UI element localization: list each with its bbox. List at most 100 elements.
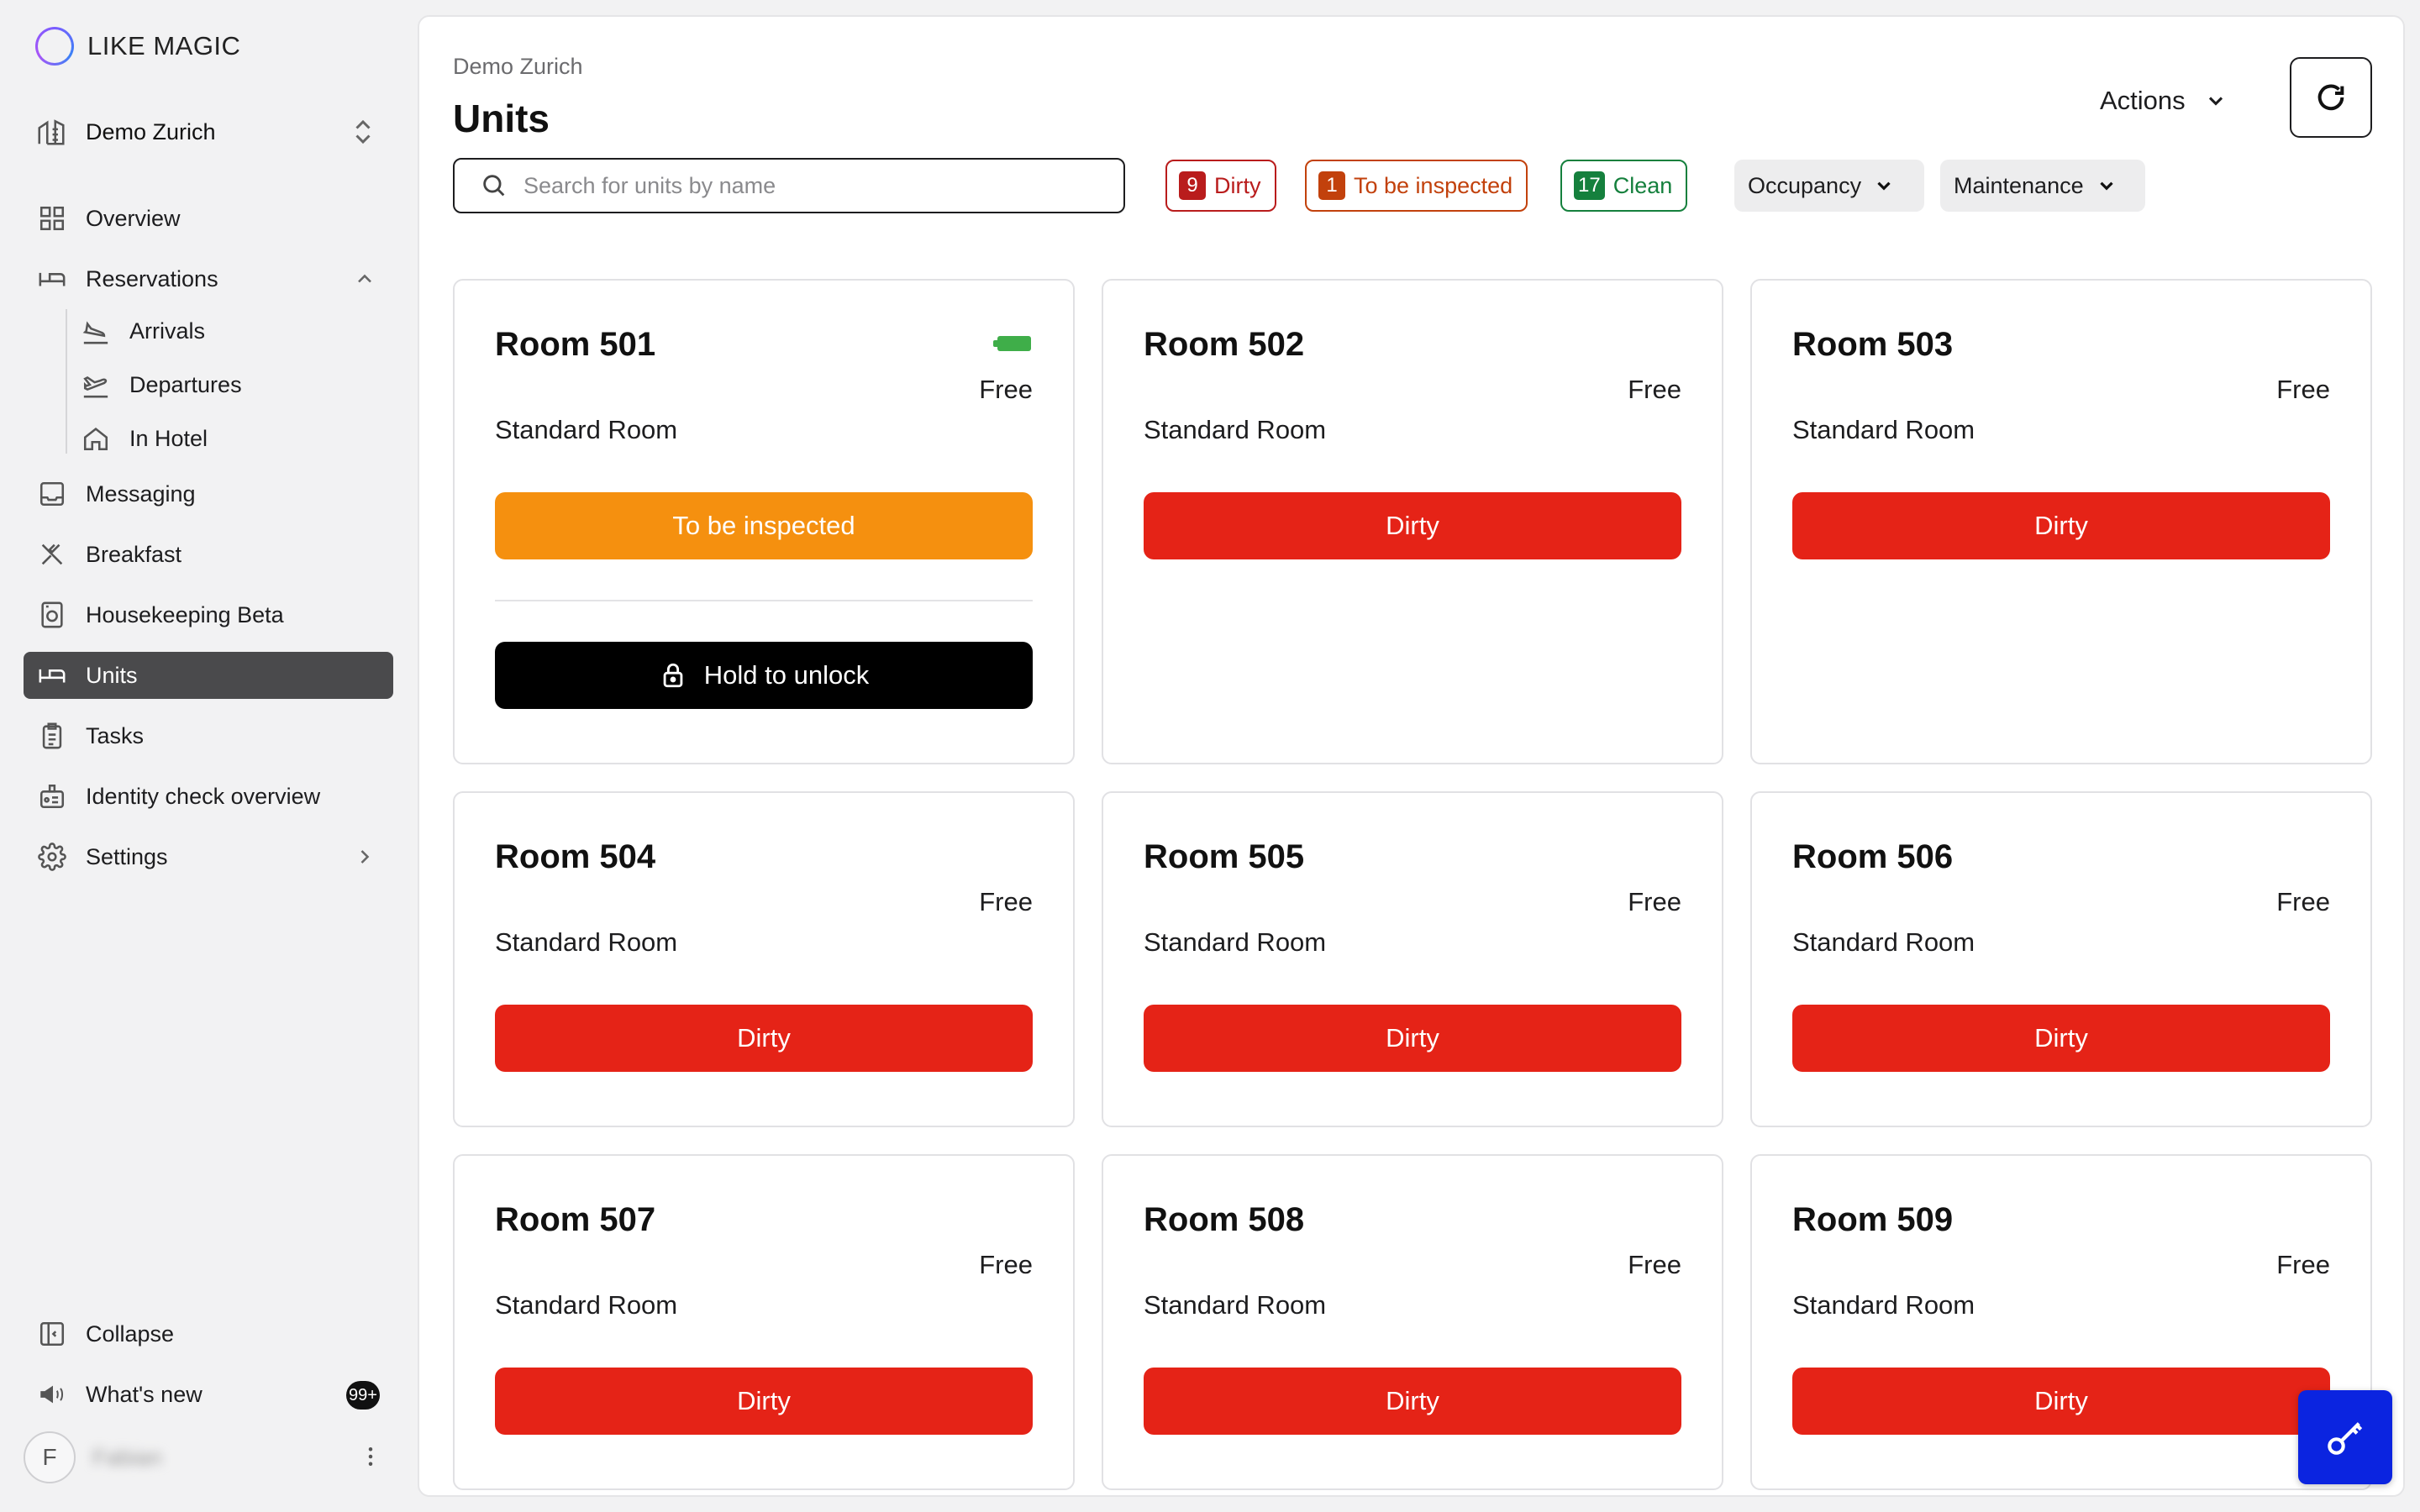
sidebar-item-identity-check[interactable]: Identity check overview [24, 773, 393, 820]
key-fab-button[interactable] [2298, 1390, 2392, 1484]
sidebar-item-settings[interactable]: Settings [24, 833, 393, 880]
sidebar-item-units[interactable]: Units [24, 652, 393, 699]
collapse-button[interactable]: Collapse [24, 1310, 393, 1357]
unit-status-button[interactable]: Dirty [495, 1368, 1033, 1435]
breadcrumb[interactable]: Demo Zurich [453, 54, 583, 80]
brand-logo[interactable]: LIKE MAGIC [35, 27, 240, 66]
unit-name: Room 505 [1144, 838, 1305, 875]
occupancy-label: Occupancy [1748, 172, 1862, 198]
property-switcher[interactable]: Demo Zurich [35, 111, 378, 153]
unit-status-button[interactable]: Dirty [1792, 1368, 2330, 1435]
sidebar-item-arrivals[interactable]: Arrivals [57, 309, 393, 353]
unit-occupancy: Free [2276, 887, 2330, 916]
unit-card[interactable]: Room 507 Free Standard Room Dirty [453, 1154, 1075, 1490]
sidebar-item-label: Reservations [86, 265, 218, 291]
main-panel: Demo Zurich Units Actions 9 Dirty 1 To b… [418, 15, 2405, 1497]
battery-icon [993, 336, 1031, 351]
unit-card[interactable]: Room 502 Free Standard Room Dirty [1102, 279, 1723, 764]
divider [495, 600, 1033, 601]
unit-status-button[interactable]: To be inspected [495, 492, 1033, 559]
chevron-right-icon [360, 850, 370, 864]
search-field[interactable] [453, 158, 1125, 213]
unit-name: Room 506 [1792, 838, 1954, 875]
building-icon [38, 119, 65, 145]
unit-type: Standard Room [1144, 927, 1327, 957]
unit-card[interactable]: Room 504 Free Standard Room Dirty [453, 791, 1075, 1127]
washing-machine-icon [37, 600, 67, 630]
actions-dropdown[interactable]: Actions [2100, 77, 2228, 124]
unit-card[interactable]: Room 505 Free Standard Room Dirty [1102, 791, 1723, 1127]
home-icon [81, 423, 111, 454]
clean-count: 17 [1574, 171, 1605, 200]
chevron-up-icon[interactable] [353, 267, 376, 291]
unit-occupancy: Free [2276, 375, 2330, 404]
inbox-icon [37, 479, 67, 509]
refresh-icon [2317, 84, 2344, 111]
unit-card[interactable]: Room 503 Free Standard Room Dirty [1750, 279, 2372, 764]
sidebar-item-reservations[interactable]: Reservations [24, 255, 393, 302]
filter-chip-clean[interactable]: 17 Clean [1560, 160, 1688, 212]
sidebar-item-label: Units [86, 662, 138, 688]
unit-occupancy: Free [1628, 375, 1681, 404]
sidebar-item-label: Overview [86, 205, 181, 231]
filter-chip-dirty[interactable]: 9 Dirty [1165, 160, 1276, 212]
unit-status-button[interactable]: Dirty [1792, 492, 2330, 559]
user-menu[interactable]: F Fabian [24, 1431, 393, 1484]
whats-new-button[interactable]: What's new 99+ [24, 1371, 393, 1418]
sidebar-item-label: Housekeeping Beta [86, 601, 284, 627]
megaphone-icon [37, 1379, 67, 1410]
sidebar-item-overview[interactable]: Overview [24, 195, 393, 242]
refresh-button[interactable] [2290, 57, 2372, 138]
clean-label: Clean [1612, 172, 1673, 198]
sidebar-bottom: Collapse What's new 99+ [24, 1310, 393, 1431]
search-input[interactable] [523, 172, 1095, 199]
reservations-submenu: Arrivals Departures In Hotel [57, 309, 393, 460]
unit-card[interactable]: Room 501 Free Standard Room To be inspec… [453, 279, 1075, 764]
clipboard-icon [37, 721, 67, 751]
chevron-up-down-icon [355, 119, 371, 144]
sidebar-item-tasks[interactable]: Tasks [24, 712, 393, 759]
property-name: Demo Zurich [86, 118, 216, 144]
unit-card[interactable]: Room 508 Free Standard Room Dirty [1102, 1154, 1723, 1490]
unit-type: Standard Room [495, 927, 678, 957]
sidebar-item-label: In Hotel [129, 425, 208, 451]
sidebar-item-label: Tasks [86, 722, 145, 748]
page-title: Units [453, 97, 550, 140]
unit-type: Standard Room [1144, 1290, 1327, 1320]
key-icon [2328, 1422, 2363, 1455]
unit-name: Room 502 [1144, 326, 1305, 363]
id-check-icon [37, 781, 67, 811]
unlock-label: Hold to unlock [703, 660, 870, 690]
unit-status-button[interactable]: Dirty [1792, 1005, 2330, 1072]
unit-status-button[interactable]: Dirty [495, 1005, 1033, 1072]
sidebar-item-in-hotel[interactable]: In Hotel [57, 417, 393, 460]
occupancy-filter[interactable]: Occupancy [1734, 160, 1924, 212]
lock-icon [663, 663, 683, 688]
logo-ring-icon [35, 27, 74, 66]
inspect-label: To be inspected [1354, 172, 1513, 198]
sidebar-item-housekeeping[interactable]: Housekeeping Beta [24, 591, 393, 638]
maintenance-label: Maintenance [1954, 172, 2084, 198]
search-icon [483, 175, 505, 197]
more-vertical-icon[interactable] [358, 1442, 383, 1471]
unit-status-button[interactable]: Dirty [1144, 1005, 1681, 1072]
hold-to-unlock-button[interactable]: Hold to unlock [495, 642, 1033, 709]
dirty-count: 9 [1179, 171, 1206, 200]
grid-icon [37, 203, 67, 234]
unit-occupancy: Free [1628, 887, 1681, 916]
maintenance-filter[interactable]: Maintenance [1940, 160, 2145, 212]
unit-card[interactable]: Room 509 Free Standard Room Dirty [1750, 1154, 2372, 1490]
sidebar-item-label: Settings [86, 843, 168, 869]
bed-icon [37, 264, 67, 294]
unit-occupancy: Free [979, 1250, 1033, 1279]
unit-status-button[interactable]: Dirty [1144, 492, 1681, 559]
filter-chip-to-be-inspected[interactable]: 1 To be inspected [1305, 160, 1528, 212]
unit-status-button[interactable]: Dirty [1144, 1368, 1681, 1435]
sidebar-item-breakfast[interactable]: Breakfast [24, 531, 393, 578]
unit-name: Room 501 [495, 326, 656, 363]
sidebar-item-messaging[interactable]: Messaging [24, 470, 393, 517]
sidebar-nav: Overview Reservations Arrivals Departure… [24, 195, 393, 894]
collapse-sidebar-icon [37, 1319, 67, 1349]
unit-card[interactable]: Room 506 Free Standard Room Dirty [1750, 791, 2372, 1127]
sidebar-item-departures[interactable]: Departures [57, 363, 393, 407]
